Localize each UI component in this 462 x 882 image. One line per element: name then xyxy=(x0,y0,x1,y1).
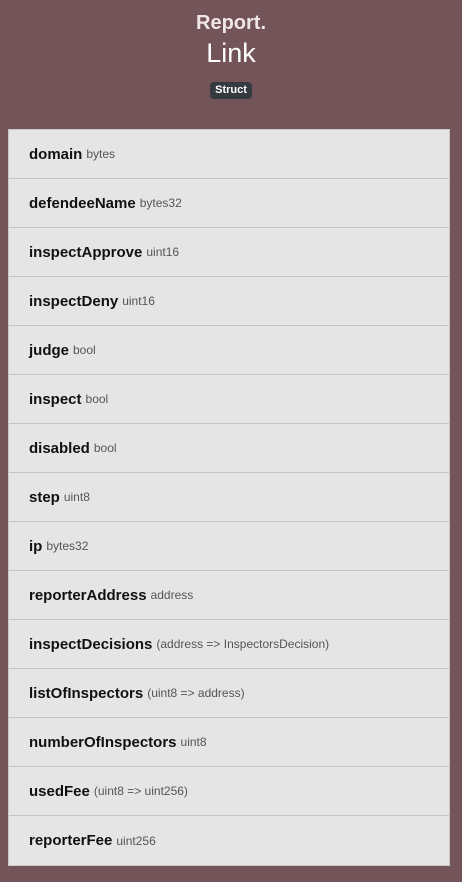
field-name: listOfInspectors xyxy=(29,684,144,702)
field-row: numberOfInspectors uint8 xyxy=(9,718,449,767)
field-name: step xyxy=(29,488,60,506)
field-type: bytes32 xyxy=(139,196,182,210)
field-type: (address => InspectorsDecision) xyxy=(156,637,330,651)
field-row: defendeeName bytes32 xyxy=(9,179,449,228)
field-type: (uint8 => address) xyxy=(147,686,245,700)
field-row: usedFee (uint8 => uint256) xyxy=(9,767,449,816)
field-name: reporterFee xyxy=(29,832,113,849)
field-type: bool xyxy=(93,441,117,455)
field-row: judge bool xyxy=(9,326,449,375)
field-name: disabled xyxy=(29,439,90,457)
field-row: step uint8 xyxy=(9,473,449,522)
parent-contract-name: Report. xyxy=(196,12,266,34)
field-name: judge xyxy=(29,341,69,359)
field-row: inspectApprove uint16 xyxy=(9,228,449,277)
field-type: bytes xyxy=(86,147,116,161)
field-row: reporterAddress address xyxy=(9,571,449,620)
field-name: domain xyxy=(29,145,83,163)
field-name: inspectApprove xyxy=(29,243,143,261)
field-name: numberOfInspectors xyxy=(29,733,177,751)
struct-title: Link xyxy=(206,38,256,68)
field-row: domain bytes xyxy=(9,130,449,179)
field-type: uint256 xyxy=(116,833,156,848)
field-type: uint16 xyxy=(146,245,180,259)
field-row: inspectDeny uint16 xyxy=(9,277,449,326)
field-row: disabled bool xyxy=(9,424,449,473)
field-row: inspect bool xyxy=(9,375,449,424)
field-type: (uint8 => uint256) xyxy=(93,784,188,798)
field-type: bytes32 xyxy=(46,539,89,553)
struct-badge: Struct xyxy=(210,82,252,99)
field-name: ip xyxy=(29,537,43,555)
field-row: reporterFee uint256 xyxy=(9,816,449,865)
field-row: inspectDecisions (address => InspectorsD… xyxy=(9,620,449,669)
field-name: inspectDecisions xyxy=(29,635,153,653)
field-name: reporterAddress xyxy=(29,586,147,604)
field-row: listOfInspectors (uint8 => address) xyxy=(9,669,449,718)
field-name: inspectDeny xyxy=(29,292,119,310)
field-type: uint8 xyxy=(180,735,207,749)
field-row: ip bytes32 xyxy=(9,522,449,571)
field-list: domain bytes defendeeName bytes32 inspec… xyxy=(8,129,450,866)
field-name: usedFee xyxy=(29,782,90,800)
field-type: bool xyxy=(85,392,109,406)
field-name: inspect xyxy=(29,390,82,408)
field-type: bool xyxy=(73,343,96,357)
field-type: address xyxy=(150,588,194,602)
field-type: uint8 xyxy=(63,490,90,504)
field-name: defendeeName xyxy=(29,194,136,212)
field-type: uint16 xyxy=(122,294,155,308)
badge-container: Struct xyxy=(0,80,462,99)
